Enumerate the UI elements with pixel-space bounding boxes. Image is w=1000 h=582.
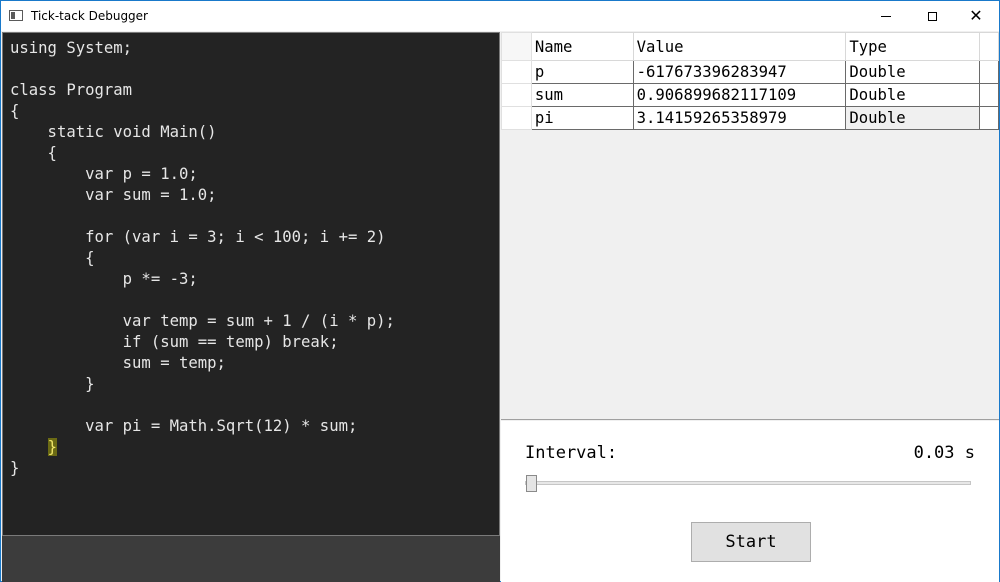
code-line: var sum = 1.0;	[10, 186, 217, 204]
code-line: p *= -3;	[10, 270, 198, 288]
cell-filler	[979, 106, 999, 130]
code-line: sum = temp;	[10, 354, 226, 372]
app-window-icon	[9, 10, 23, 21]
code-line: }	[10, 459, 20, 477]
table-row[interactable]: pi 3.14159265358979 Double	[501, 106, 999, 130]
cell-type[interactable]: Double	[845, 60, 981, 84]
interval-value: 0.03 s	[913, 443, 975, 463]
cell-value[interactable]: 3.14159265358979	[632, 106, 847, 130]
minimize-button[interactable]	[863, 1, 909, 31]
grid-header-row: Name Value Type	[501, 32, 999, 61]
code-line: {	[10, 249, 95, 267]
current-statement-highlight: }	[47, 438, 57, 456]
code-line: var p = 1.0;	[10, 165, 198, 183]
cell-filler	[979, 60, 999, 84]
row-header[interactable]	[501, 106, 532, 130]
minimize-icon	[881, 15, 891, 17]
maximize-icon	[927, 11, 937, 21]
cell-value[interactable]: 0.906899682117109	[632, 83, 847, 107]
code-line: class Program	[10, 81, 133, 99]
code-pane-footer	[2, 536, 500, 582]
variables-panel: Name Value Type p -617673396283947 Doubl…	[501, 32, 999, 420]
highlight-indent	[10, 438, 48, 456]
controls-panel: Interval: 0.03 s Start	[501, 421, 999, 582]
grid-corner[interactable]	[501, 32, 532, 61]
cell-type[interactable]: Double	[845, 83, 981, 107]
code-line: }	[10, 375, 95, 393]
column-header-value[interactable]: Value	[632, 32, 847, 61]
table-row[interactable]: sum 0.906899682117109 Double	[501, 83, 999, 107]
code-line: var pi = Math.Sqrt(12) * sum;	[10, 417, 358, 435]
cell-name[interactable]: pi	[530, 106, 634, 130]
highlighted-code-line: }	[10, 437, 395, 458]
cell-name[interactable]: p	[530, 60, 634, 84]
code-editor[interactable]: using System; class Program { static void …	[2, 32, 500, 536]
interval-slider-thumb[interactable]	[526, 475, 537, 492]
table-row[interactable]: p -617673396283947 Double	[501, 60, 999, 84]
column-header-filler	[979, 32, 999, 61]
cell-name[interactable]: sum	[530, 83, 634, 107]
code-line: {	[10, 102, 20, 120]
cell-value[interactable]: -617673396283947	[632, 60, 847, 84]
maximize-button[interactable]	[909, 1, 955, 31]
code-line: {	[10, 144, 57, 162]
window-title: Tick-tack Debugger	[31, 9, 148, 23]
close-icon: ✕	[969, 6, 983, 25]
close-button[interactable]: ✕	[953, 1, 999, 31]
debugger-window: Tick-tack Debugger ✕ using System; class …	[0, 0, 1000, 582]
start-button[interactable]: Start	[691, 522, 811, 562]
cell-type[interactable]: Double	[845, 106, 981, 130]
code-line: using System;	[10, 39, 133, 57]
column-header-name[interactable]: Name	[530, 32, 634, 61]
interval-label: Interval:	[525, 443, 618, 463]
variables-grid: Name Value Type p -617673396283947 Doubl…	[501, 32, 999, 130]
cell-filler	[979, 83, 999, 107]
code-line: var temp = sum + 1 / (i * p);	[10, 312, 395, 330]
code-line: for (var i = 3; i < 100; i += 2)	[10, 228, 386, 246]
title-bar: Tick-tack Debugger ✕	[1, 1, 999, 31]
row-header[interactable]	[501, 83, 532, 107]
code-line: static void Main()	[10, 123, 217, 141]
column-header-type[interactable]: Type	[845, 32, 981, 61]
interval-slider[interactable]	[525, 481, 971, 485]
row-header[interactable]	[501, 60, 532, 84]
code-line: if (sum == temp) break;	[10, 333, 339, 351]
code-view: using System; class Program { static void …	[10, 38, 395, 479]
